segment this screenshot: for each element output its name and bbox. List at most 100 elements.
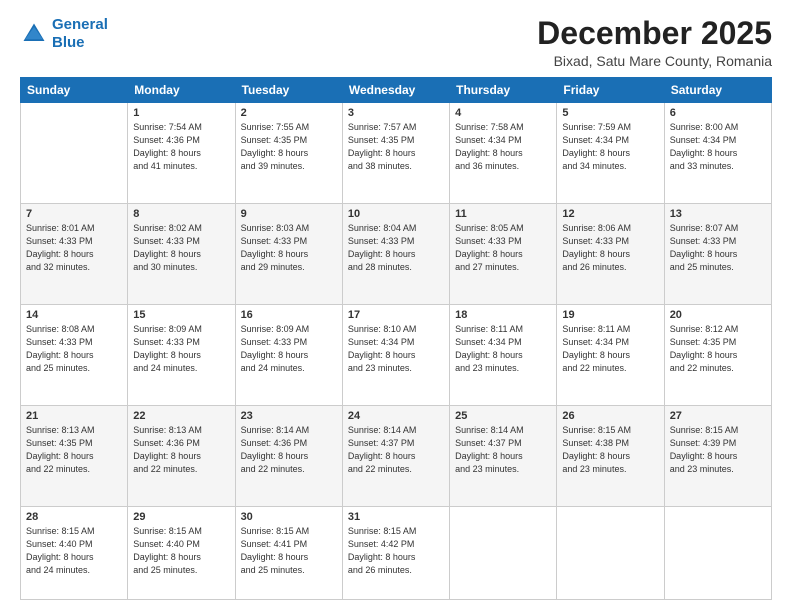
calendar-cell: 12 Sunrise: 8:06 AMSunset: 4:33 PMDayligh…	[557, 204, 664, 305]
day-number: 28	[26, 511, 122, 523]
day-number: 9	[241, 208, 337, 220]
calendar-cell: 15Sunrise: 8:09 AMSunset: 4:33 PMDayligh…	[128, 305, 235, 406]
logo-icon	[20, 20, 48, 48]
day-info: Sunrise: 7:58 AMSunset: 4:34 PMDaylight:…	[455, 121, 551, 173]
day-info: Sunrise: 8:15 AMSunset: 4:39 PMDaylight:…	[670, 424, 766, 476]
day-number: 20	[670, 309, 766, 321]
calendar-cell: 23 Sunrise: 8:14 AMSunset: 4:36 PMDayligh…	[235, 406, 342, 507]
day-info: Sunrise: 8:02 AMSunset: 4:33 PMDaylight:…	[133, 222, 229, 274]
day-info: Sunrise: 8:13 AMSunset: 4:35 PMDaylight:…	[26, 424, 122, 476]
day-info: Sunrise: 8:15 AMSunset: 4:40 PMDaylight:…	[26, 525, 122, 577]
calendar-cell: 8 Sunrise: 8:02 AMSunset: 4:33 PMDaylight…	[128, 204, 235, 305]
title-block: December 2025 Bixad, Satu Mare County, R…	[537, 16, 772, 69]
day-info: Sunrise: 8:15 AMSunset: 4:40 PMDaylight:…	[133, 525, 229, 577]
col-friday: Friday	[557, 78, 664, 103]
calendar-cell: 11Sunrise: 8:05 AMSunset: 4:33 PMDayligh…	[450, 204, 557, 305]
day-number: 23	[241, 410, 337, 422]
day-number: 17	[348, 309, 444, 321]
calendar-cell: 5 Sunrise: 7:59 AMSunset: 4:34 PMDaylight…	[557, 103, 664, 204]
col-saturday: Saturday	[664, 78, 771, 103]
calendar-cell: 29 Sunrise: 8:15 AMSunset: 4:40 PMDayligh…	[128, 507, 235, 600]
day-number: 7	[26, 208, 122, 220]
day-number: 27	[670, 410, 766, 422]
calendar-cell: 6 Sunrise: 8:00 AMSunset: 4:34 PMDaylight…	[664, 103, 771, 204]
calendar-cell: 19 Sunrise: 8:11 AMSunset: 4:34 PMDayligh…	[557, 305, 664, 406]
day-info: Sunrise: 8:09 AMSunset: 4:33 PMDaylight:…	[241, 323, 337, 375]
day-info: Sunrise: 8:00 AMSunset: 4:34 PMDaylight:…	[670, 121, 766, 173]
calendar-cell: 4 Sunrise: 7:58 AMSunset: 4:34 PMDaylight…	[450, 103, 557, 204]
calendar-cell	[664, 507, 771, 600]
calendar-cell: 10Sunrise: 8:04 AMSunset: 4:33 PMDayligh…	[342, 204, 449, 305]
header: General Blue December 2025 Bixad, Satu M…	[20, 16, 772, 69]
day-info: Sunrise: 8:07 AMSunset: 4:33 PMDaylight:…	[670, 222, 766, 274]
day-info: Sunrise: 7:55 AMSunset: 4:35 PMDaylight:…	[241, 121, 337, 173]
day-info: Sunrise: 8:12 AMSunset: 4:35 PMDaylight:…	[670, 323, 766, 375]
day-info: Sunrise: 8:14 AMSunset: 4:37 PMDaylight:…	[455, 424, 551, 476]
day-number: 2	[241, 107, 337, 119]
day-info: Sunrise: 8:15 AMSunset: 4:41 PMDaylight:…	[241, 525, 337, 577]
day-info: Sunrise: 7:57 AMSunset: 4:35 PMDaylight:…	[348, 121, 444, 173]
main-title: December 2025	[537, 16, 772, 51]
day-number: 16	[241, 309, 337, 321]
calendar-table: Sunday Monday Tuesday Wednesday Thursday…	[20, 77, 772, 600]
calendar-cell: 24 Sunrise: 8:14 AMSunset: 4:37 PMDayligh…	[342, 406, 449, 507]
day-number: 10	[348, 208, 444, 220]
calendar-cell: 14Sunrise: 8:08 AMSunset: 4:33 PMDayligh…	[21, 305, 128, 406]
calendar-cell: 22 Sunrise: 8:13 AMSunset: 4:36 PMDayligh…	[128, 406, 235, 507]
calendar-cell: 30 Sunrise: 8:15 AMSunset: 4:41 PMDayligh…	[235, 507, 342, 600]
calendar-cell: 21Sunrise: 8:13 AMSunset: 4:35 PMDayligh…	[21, 406, 128, 507]
col-sunday: Sunday	[21, 78, 128, 103]
day-info: Sunrise: 8:15 AMSunset: 4:42 PMDaylight:…	[348, 525, 444, 577]
day-info: Sunrise: 8:11 AMSunset: 4:34 PMDaylight:…	[562, 323, 658, 375]
calendar-cell: 25Sunrise: 8:14 AMSunset: 4:37 PMDayligh…	[450, 406, 557, 507]
day-info: Sunrise: 7:54 AMSunset: 4:36 PMDaylight:…	[133, 121, 229, 173]
day-info: Sunrise: 8:13 AMSunset: 4:36 PMDaylight:…	[133, 424, 229, 476]
day-number: 1	[133, 107, 229, 119]
day-info: Sunrise: 8:11 AMSunset: 4:34 PMDaylight:…	[455, 323, 551, 375]
calendar-cell	[450, 507, 557, 600]
calendar-cell: 26 Sunrise: 8:15 AMSunset: 4:38 PMDayligh…	[557, 406, 664, 507]
calendar-cell: 7Sunrise: 8:01 AMSunset: 4:33 PMDaylight…	[21, 204, 128, 305]
day-info: Sunrise: 8:15 AMSunset: 4:38 PMDaylight:…	[562, 424, 658, 476]
col-tuesday: Tuesday	[235, 78, 342, 103]
day-number: 29	[133, 511, 229, 523]
calendar-cell: 16 Sunrise: 8:09 AMSunset: 4:33 PMDayligh…	[235, 305, 342, 406]
day-number: 31	[348, 511, 444, 523]
page: General Blue December 2025 Bixad, Satu M…	[0, 0, 792, 612]
col-monday: Monday	[128, 78, 235, 103]
calendar-cell: 27 Sunrise: 8:15 AMSunset: 4:39 PMDayligh…	[664, 406, 771, 507]
day-info: Sunrise: 8:14 AMSunset: 4:37 PMDaylight:…	[348, 424, 444, 476]
day-info: Sunrise: 8:14 AMSunset: 4:36 PMDaylight:…	[241, 424, 337, 476]
col-wednesday: Wednesday	[342, 78, 449, 103]
day-number: 12	[562, 208, 658, 220]
logo-text: General Blue	[52, 16, 108, 52]
day-number: 6	[670, 107, 766, 119]
calendar-cell	[21, 103, 128, 204]
calendar-cell: 9Sunrise: 8:03 AMSunset: 4:33 PMDaylight…	[235, 204, 342, 305]
day-number: 8	[133, 208, 229, 220]
col-thursday: Thursday	[450, 78, 557, 103]
day-number: 19	[562, 309, 658, 321]
calendar-cell: 13Sunrise: 8:07 AMSunset: 4:33 PMDayligh…	[664, 204, 771, 305]
day-info: Sunrise: 8:09 AMSunset: 4:33 PMDaylight:…	[133, 323, 229, 375]
subtitle: Bixad, Satu Mare County, Romania	[537, 53, 772, 69]
calendar-cell: 1 Sunrise: 7:54 AMSunset: 4:36 PMDaylight…	[128, 103, 235, 204]
day-number: 26	[562, 410, 658, 422]
calendar-cell: 20 Sunrise: 8:12 AMSunset: 4:35 PMDayligh…	[664, 305, 771, 406]
day-number: 14	[26, 309, 122, 321]
calendar-cell	[557, 507, 664, 600]
day-number: 5	[562, 107, 658, 119]
calendar-cell: 31 Sunrise: 8:15 AMSunset: 4:42 PMDayligh…	[342, 507, 449, 600]
calendar-cell: 17 Sunrise: 8:10 AMSunset: 4:34 PMDayligh…	[342, 305, 449, 406]
day-info: Sunrise: 8:05 AMSunset: 4:33 PMDaylight:…	[455, 222, 551, 274]
day-number: 30	[241, 511, 337, 523]
day-number: 4	[455, 107, 551, 119]
day-info: Sunrise: 8:06 AMSunset: 4:33 PMDaylight:…	[562, 222, 658, 274]
header-row: Sunday Monday Tuesday Wednesday Thursday…	[21, 78, 772, 103]
calendar-cell: 18Sunrise: 8:11 AMSunset: 4:34 PMDayligh…	[450, 305, 557, 406]
day-info: Sunrise: 7:59 AMSunset: 4:34 PMDaylight:…	[562, 121, 658, 173]
day-info: Sunrise: 8:10 AMSunset: 4:34 PMDaylight:…	[348, 323, 444, 375]
calendar-cell: 28 Sunrise: 8:15 AMSunset: 4:40 PMDayligh…	[21, 507, 128, 600]
day-number: 24	[348, 410, 444, 422]
day-number: 22	[133, 410, 229, 422]
